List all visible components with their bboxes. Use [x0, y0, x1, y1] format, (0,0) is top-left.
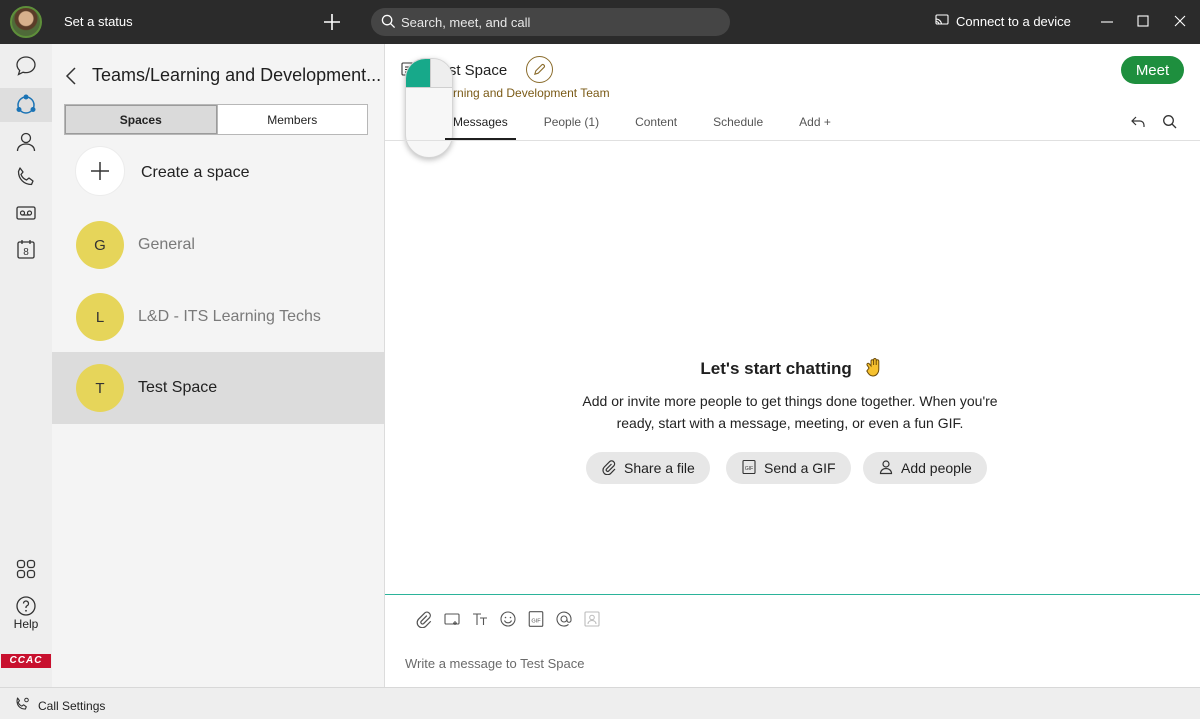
send-gif-button[interactable]: GIF Send a GIF: [726, 452, 851, 484]
title-bar: Set a status Connect to a device: [0, 0, 1200, 44]
pencil-icon: [534, 63, 546, 75]
space-name: Test Space: [138, 379, 218, 396]
calendar-icon[interactable]: 8: [6, 232, 46, 266]
close-icon[interactable]: [1170, 12, 1190, 32]
mention-icon[interactable]: [554, 609, 574, 629]
share-file-button[interactable]: Share a file: [586, 452, 710, 484]
share-file-label: Share a file: [624, 460, 695, 476]
maximize-icon[interactable]: [1133, 12, 1153, 32]
person-icon: [878, 459, 894, 478]
help-label[interactable]: Help: [0, 617, 52, 631]
screenshot-icon[interactable]: [442, 609, 462, 629]
tab-schedule[interactable]: Schedule: [705, 114, 771, 140]
search-space-icon[interactable]: [1162, 114, 1178, 135]
mouse-divider: [406, 87, 452, 88]
create-space-label: Create a space: [141, 164, 250, 181]
svg-text:GIF: GIF: [745, 466, 753, 472]
cast-icon: [935, 14, 949, 29]
mouse-left-button: [406, 59, 430, 87]
compose-toolbar: GIF: [414, 609, 602, 629]
edit-space-button[interactable]: [526, 56, 553, 83]
wave-hand-icon: [863, 356, 885, 383]
back-arrow-icon[interactable]: [64, 65, 80, 92]
paperclip-icon: [601, 459, 617, 478]
set-status-link[interactable]: Set a status: [64, 14, 133, 29]
empty-state-title: Let's start chatting: [385, 356, 1200, 383]
space-initial-avatar: L: [76, 293, 124, 341]
compose-divider: [385, 594, 1200, 595]
search-input[interactable]: [401, 8, 721, 36]
search-box[interactable]: [371, 8, 730, 36]
space-initial-avatar: G: [76, 221, 124, 269]
space-row-general[interactable]: G General: [52, 209, 384, 281]
space-row-test-space[interactable]: T Test Space: [52, 352, 384, 424]
contacts-icon[interactable]: [6, 125, 46, 159]
messaging-icon[interactable]: [6, 49, 46, 83]
team-breadcrumb-title: Teams/Learning and Development...: [92, 65, 382, 85]
gif-picker-icon[interactable]: GIF: [526, 609, 546, 629]
attach-icon[interactable]: [414, 609, 434, 629]
mouse-cursor-overlay: [405, 58, 453, 158]
apps-icon[interactable]: [6, 552, 46, 586]
threads-icon[interactable]: [1130, 114, 1146, 135]
send-gif-label: Send a GIF: [764, 460, 836, 476]
space-name: L&D - ITS Learning Techs: [138, 308, 321, 325]
space-main: Test Space Learning and Development Team…: [385, 44, 1200, 687]
empty-state-description: Add or invite more people to get things …: [582, 393, 998, 431]
panel-header: Teams/Learning and Development...: [64, 64, 382, 88]
create-space-row[interactable]: Create a space: [52, 144, 384, 216]
nav-rail: 8 Help CCAC: [0, 44, 52, 687]
gif-icon: GIF: [741, 459, 757, 478]
add-people-button[interactable]: Add people: [863, 452, 987, 484]
calendar-day: 8: [23, 247, 29, 258]
tab-messages[interactable]: Messages: [445, 114, 516, 140]
add-people-label: Add people: [901, 460, 972, 476]
call-settings-label: Call Settings: [38, 698, 106, 713]
header-divider: [385, 140, 1200, 141]
meet-button[interactable]: Meet: [1121, 56, 1184, 84]
spaces-tab[interactable]: Spaces: [65, 105, 217, 134]
call-settings-icon: [14, 696, 30, 715]
spaces-members-toggle: Spaces Members: [64, 104, 368, 135]
voicemail-icon[interactable]: [6, 196, 46, 230]
tab-people[interactable]: People (1): [536, 114, 607, 140]
contact-card-icon: [582, 609, 602, 629]
tab-add[interactable]: Add +: [791, 114, 839, 140]
space-name: General: [138, 236, 195, 253]
tab-content[interactable]: Content: [627, 114, 685, 140]
connect-device-label: Connect to a device: [956, 14, 1071, 29]
members-tab[interactable]: Members: [216, 105, 368, 134]
user-avatar[interactable]: [10, 6, 42, 38]
search-icon: [381, 14, 396, 34]
space-row-ld-learning-techs[interactable]: L L&D - ITS Learning Techs: [52, 281, 384, 353]
svg-text:GIF: GIF: [531, 618, 541, 624]
connect-device-button[interactable]: Connect to a device: [935, 14, 1071, 29]
call-settings-button[interactable]: Call Settings: [14, 696, 105, 715]
space-initial-avatar: T: [76, 364, 124, 412]
empty-state-title-text: Let's start chatting: [700, 358, 852, 378]
space-tabs: Messages People (1) Content Schedule Add…: [445, 114, 859, 140]
emoji-icon[interactable]: [498, 609, 518, 629]
minimize-icon[interactable]: [1097, 12, 1117, 32]
create-space-plus-icon: [75, 146, 125, 196]
calling-icon[interactable]: [6, 160, 46, 194]
teams-icon[interactable]: [0, 88, 52, 122]
bottom-bar: Call Settings: [0, 687, 1200, 719]
spaces-panel: Teams/Learning and Development... Spaces…: [52, 44, 385, 687]
new-plus-icon[interactable]: [320, 10, 344, 34]
mouse-right-button: [430, 59, 452, 87]
message-input[interactable]: [405, 652, 1175, 674]
ccac-logo: CCAC: [1, 654, 51, 668]
team-name-label[interactable]: Learning and Development Team: [433, 86, 610, 100]
format-text-icon[interactable]: [470, 609, 490, 629]
